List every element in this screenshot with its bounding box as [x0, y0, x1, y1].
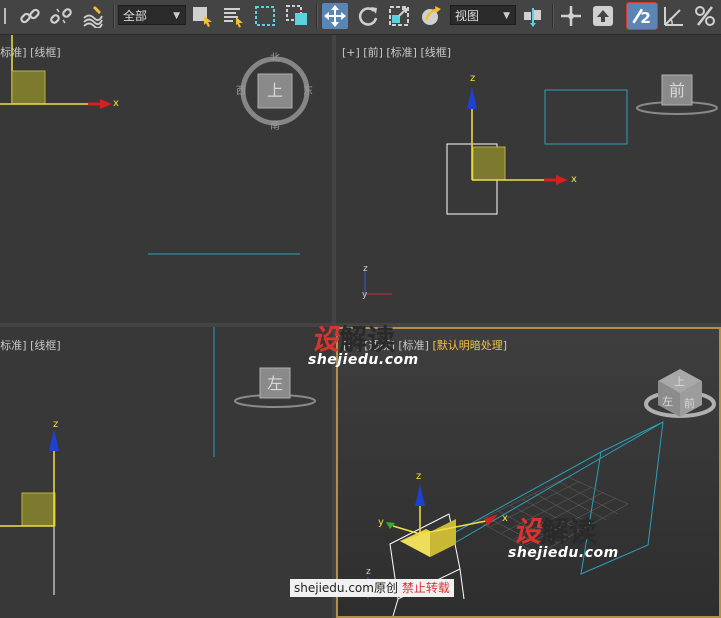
angle-snap-toggle-icon[interactable]: [661, 3, 687, 29]
viewcube[interactable]: 前: [636, 74, 718, 115]
select-and-place-icon[interactable]: [418, 3, 444, 29]
z-axis-arrow-icon: [49, 429, 59, 451]
percent-snap-toggle-icon[interactable]: [692, 3, 718, 29]
camera-frustum[interactable]: [544, 89, 628, 145]
mini-axis-y-label: y: [362, 290, 368, 300]
front-viewport[interactable]: z x z y 前 [+] [前] [标准] [线框]: [336, 35, 721, 323]
viewcube-front-face: 前: [684, 396, 695, 410]
viewcube-top-face: 上: [674, 375, 685, 388]
viewcube-compass[interactable]: 上 北 南 东 西: [236, 52, 313, 132]
mini-axis-z-label: z: [363, 264, 368, 274]
left-viewport[interactable]: z 左 [标准] [线框]: [0, 327, 332, 618]
perspective-viewport[interactable]: z x y z 上 前 左 [+] [透视] [标准] [默认明暗处理]: [336, 327, 721, 618]
watermark-logo-part1: 设: [513, 515, 542, 548]
y-axis-label: y: [378, 517, 384, 528]
reference-coordinate-dropdown[interactable]: 视图 ▼: [450, 5, 516, 25]
compass-north: 北: [270, 52, 280, 64]
bind-space-warp-icon[interactable]: [80, 3, 106, 29]
select-and-manipulate-icon[interactable]: [558, 3, 584, 29]
z-axis-arrow-icon: [467, 87, 477, 109]
copyright-original: 原创: [373, 581, 398, 595]
viewcube[interactable]: 上 前 左: [644, 369, 716, 418]
copyright-notice: shejiedu.com原创 禁止转载: [290, 579, 454, 597]
viewcube[interactable]: 左: [234, 367, 316, 408]
x-axis-label: x: [113, 98, 119, 109]
keyboard-shortcut-override-icon[interactable]: [590, 3, 616, 29]
x-axis-label: x: [502, 513, 508, 524]
z-axis-arrow-icon: [415, 484, 425, 506]
select-and-rotate-icon[interactable]: [355, 3, 381, 29]
viewcube-front-face: 前: [669, 81, 685, 100]
select-object-icon[interactable]: [189, 3, 215, 29]
top-viewport-label[interactable]: [标准] [线框]: [0, 44, 61, 60]
reference-coordinate-value: 视图: [455, 9, 480, 23]
chevron-down-icon: ▼: [173, 11, 180, 21]
selection-filter-value: 全部: [123, 9, 148, 23]
unlink-icon[interactable]: [48, 3, 74, 29]
use-pivot-point-center-icon[interactable]: [520, 3, 546, 29]
box-object[interactable]: [472, 146, 506, 181]
box-object[interactable]: [21, 492, 56, 527]
window-crossing-icon[interactable]: [284, 3, 310, 29]
select-and-move-icon[interactable]: [322, 3, 348, 29]
x-axis-arrow-icon: [556, 175, 568, 185]
top-viewport[interactable]: x 上 北 南 东 西 [标准] [线框]: [0, 35, 332, 323]
watermark-logo-part2: 解读: [541, 515, 598, 548]
z-axis-label: z: [53, 419, 58, 430]
select-by-name-icon[interactable]: [220, 3, 246, 29]
snaps-toggle-icon[interactable]: 2: [626, 2, 658, 30]
copyright-no-repost: 禁止转载: [401, 581, 450, 595]
toolbar-separator: [316, 4, 318, 28]
main-toolbar: 全部 ▼ 视图 ▼ 2: [0, 0, 721, 35]
copyright-site: shejiedu.com: [294, 581, 374, 595]
box-object[interactable]: [11, 70, 46, 105]
chevron-down-icon: ▼: [503, 11, 510, 21]
selection-filter-dropdown[interactable]: 全部 ▼: [118, 5, 186, 25]
rectangular-selection-region-icon[interactable]: [252, 3, 278, 29]
select-and-scale-icon[interactable]: [386, 3, 412, 29]
mini-axis-z-label: z: [366, 567, 371, 577]
compass-west: 西: [236, 86, 246, 97]
link-icon[interactable]: [17, 3, 43, 29]
toolbar-separator: [113, 4, 115, 28]
viewcube-left-face: 左: [267, 374, 283, 393]
viewcube-top-face: 上: [267, 81, 283, 100]
watermark-url: shejiedu.com: [508, 545, 619, 561]
compass-east: 东: [303, 84, 313, 97]
watermark-url: shejiedu.com: [308, 352, 419, 368]
x-axis-arrow-icon: [100, 99, 112, 109]
front-viewport-label[interactable]: [+] [前] [标准] [线框]: [342, 44, 451, 60]
snap-value-text: 2: [640, 9, 651, 27]
z-axis-label: z: [470, 73, 475, 84]
viewcube-left-face: 左: [662, 395, 673, 408]
x-axis-label: x: [571, 174, 577, 185]
toolbar-separator: [552, 4, 554, 28]
perspective-label-shading[interactable]: [默认明暗处理]: [432, 339, 507, 352]
left-viewport-label[interactable]: [标准] [线框]: [0, 337, 61, 353]
compass-south: 南: [270, 119, 280, 132]
z-axis-label: z: [416, 471, 421, 482]
watermark-logo: 设解读: [513, 510, 597, 550]
